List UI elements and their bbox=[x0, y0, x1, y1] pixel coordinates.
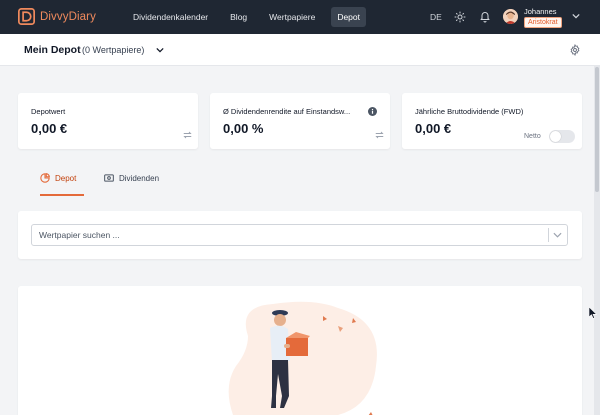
search-panel bbox=[18, 211, 582, 259]
sun-icon[interactable] bbox=[454, 11, 466, 23]
card-depotwert: Depotwert 0,00 € bbox=[18, 93, 198, 149]
bell-icon[interactable] bbox=[479, 10, 491, 23]
avatar[interactable] bbox=[503, 9, 518, 24]
security-count[interactable]: (0 Wertpapiere) bbox=[82, 45, 144, 55]
chevron-down-icon[interactable] bbox=[156, 47, 164, 53]
nav-link-dividendenkalender[interactable]: Dividendenkalender bbox=[127, 7, 214, 27]
empty-state-panel bbox=[18, 286, 582, 415]
card-label: Depotwert bbox=[31, 107, 66, 116]
chevron-down-icon[interactable] bbox=[553, 232, 562, 238]
tab-label: Depot bbox=[55, 174, 77, 183]
avatar-icon bbox=[503, 9, 518, 24]
chevron-down-icon[interactable] bbox=[572, 13, 580, 19]
netto-label: Netto bbox=[524, 133, 541, 140]
tab-depot[interactable]: Depot bbox=[40, 173, 84, 196]
swap-icon[interactable] bbox=[183, 131, 192, 139]
search-divider bbox=[548, 228, 549, 242]
divvydiary-logo-icon bbox=[18, 8, 35, 25]
logo[interactable]: DivvyDiary bbox=[18, 8, 96, 25]
depot-header: Mein Depot (0 Wertpapiere) bbox=[0, 34, 600, 66]
page-title[interactable]: Mein Depot bbox=[24, 44, 81, 56]
language-switch[interactable]: DE bbox=[430, 12, 442, 22]
info-icon[interactable] bbox=[368, 107, 377, 116]
mouse-cursor-icon bbox=[589, 307, 597, 319]
card-value: 0,00 € bbox=[415, 121, 452, 136]
card-value: 0,00 € bbox=[31, 121, 68, 136]
empty-depot-illustration bbox=[228, 301, 377, 415]
scrollbar-thumb[interactable] bbox=[595, 67, 599, 192]
gear-icon[interactable] bbox=[569, 44, 581, 56]
card-label: Jährliche Bruttodividende (FWD) bbox=[415, 107, 524, 116]
nav-link-depot[interactable]: Depot bbox=[331, 7, 366, 27]
cash-icon bbox=[104, 174, 114, 182]
card-bruttodividende: Jährliche Bruttodividende (FWD) 0,00 € N… bbox=[402, 93, 582, 149]
logo-text: DivvyDiary bbox=[40, 10, 96, 23]
top-navigation: DivvyDiary Dividendenkalender Blog Wertp… bbox=[0, 0, 600, 34]
nav-link-blog[interactable]: Blog bbox=[224, 7, 253, 27]
tab-label: Dividenden bbox=[119, 174, 160, 183]
card-dividendenrendite: Ø Dividendenrendite auf Einstandsw... 0,… bbox=[210, 93, 390, 149]
card-label: Ø Dividendenrendite auf Einstandsw... bbox=[223, 107, 351, 116]
card-value: 0,00 % bbox=[223, 121, 264, 136]
netto-toggle[interactable] bbox=[549, 130, 575, 143]
user-name[interactable]: Johannes bbox=[524, 7, 557, 16]
swap-icon[interactable] bbox=[375, 131, 384, 139]
pie-chart-icon bbox=[40, 173, 50, 183]
toggle-knob bbox=[550, 131, 561, 142]
tab-dividenden[interactable]: Dividenden bbox=[104, 174, 168, 196]
user-badge: Aristokrat bbox=[524, 17, 562, 28]
main-nav: Dividendenkalender Blog Wertpapiere Depo… bbox=[127, 0, 376, 34]
nav-link-wertpapiere[interactable]: Wertpapiere bbox=[263, 7, 321, 27]
search-input[interactable] bbox=[31, 224, 568, 246]
